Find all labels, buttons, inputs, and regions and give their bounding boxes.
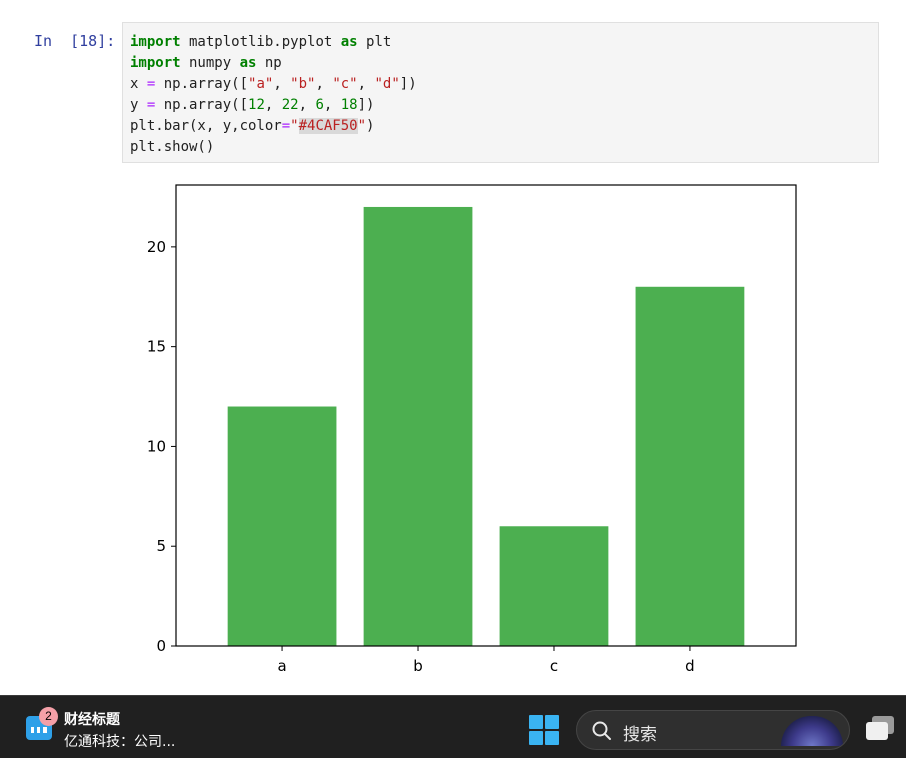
code-line: plt.bar(x, y,color="#4CAF50") [130,116,878,137]
code-token: numpy [180,55,240,71]
x-tick-label: b [413,657,423,675]
code-token: #4CAF50 [298,118,358,134]
bar-a [227,406,337,646]
bar-chart: a b c d 0 5 10 15 20 [147,184,797,675]
start-icon-tile [545,715,559,729]
start-icon-tile [545,731,559,745]
code-token: , [273,76,291,92]
task-view-icon[interactable] [866,716,896,742]
code-token: 12 [248,97,265,113]
start-button[interactable] [529,715,559,745]
code-cell[interactable]: import matplotlib.pyplot as plt import nu… [122,22,879,163]
code-token: ]) [357,97,375,113]
code-token: np.array([ [155,76,249,92]
code-token: y [130,97,147,113]
x-tick-label: a [277,657,286,675]
code-token: np.array([ [155,97,249,113]
notification-badge: 2 [39,707,58,726]
cell-prompt: In [18]: [34,32,116,50]
code-token: "d" [374,76,400,92]
y-tick-label: 0 [156,637,166,655]
start-icon-tile [529,731,543,745]
code-line: import numpy as np [130,53,878,74]
code-token: , [323,97,341,113]
code-token: "b" [290,76,316,92]
code-token: import [130,55,181,71]
news-title[interactable]: 财经标题 [64,709,120,729]
code-token: x [130,76,147,92]
bar-c [499,526,609,646]
code-line: x = np.array(["a", "b", "c", "d"]) [130,74,878,95]
start-icon-tile [529,715,543,729]
code-line: plt.show() [130,137,878,158]
code-token: , [315,76,333,92]
code-token: 6 [315,97,324,113]
y-tick-label: 5 [156,537,166,555]
code-token: " [290,118,299,134]
code-token: = [281,118,291,134]
code-token: as [239,55,257,71]
search-label: 搜索 [623,725,657,745]
taskbar-search[interactable]: 搜索 [576,710,850,750]
bar-d [635,286,745,646]
code-token: plt [357,34,392,50]
code-token: " [357,118,367,134]
code-token: matplotlib.pyplot [180,34,341,50]
code-token: "c" [332,76,358,92]
taskbar: 2 财经标题 亿通科技：公司... 搜索 [0,695,906,758]
y-tick-label: 10 [147,437,166,455]
code-token: , [264,97,282,113]
search-highlight-icon [781,716,843,746]
search-icon [592,721,611,740]
x-tick-label: d [685,657,695,675]
news-subtitle[interactable]: 亿通科技：公司... [64,731,175,751]
code-line: y = np.array([12, 22, 6, 18]) [130,95,878,116]
code-token: 22 [281,97,299,113]
code-token: plt.show() [130,139,215,155]
code-token: np [256,55,282,71]
bar-b [363,206,473,646]
code-token: plt.bar(x, y,color [130,118,282,134]
code-token: import [130,34,181,50]
code-token: ) [366,118,375,134]
code-line: import matplotlib.pyplot as plt [130,32,878,53]
code-token: ]) [399,76,417,92]
y-tick-label: 20 [147,238,166,256]
code-token: "a" [248,76,274,92]
code-token: , [357,76,375,92]
x-tick-label: c [550,657,558,675]
code-token: 18 [340,97,358,113]
code-token: , [298,97,316,113]
code-token: as [340,34,358,50]
y-tick-label: 15 [147,338,166,356]
